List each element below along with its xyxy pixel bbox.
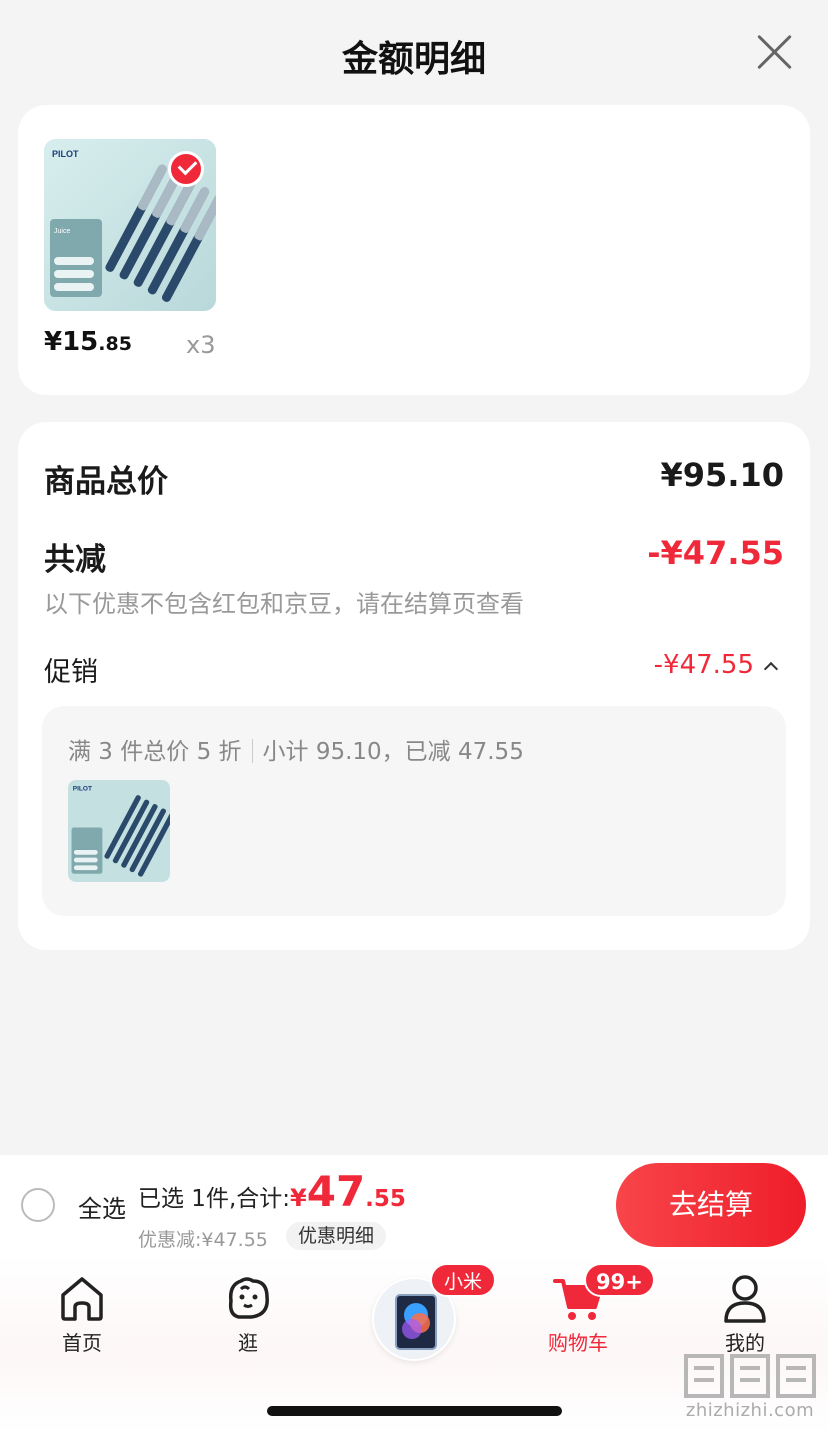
browse-face-icon bbox=[228, 1277, 269, 1319]
total-value: ¥95.10 bbox=[660, 456, 784, 494]
user-icon bbox=[724, 1275, 766, 1323]
svg-text:PILOT: PILOT bbox=[73, 786, 92, 793]
watermark: zhizhizhi.com bbox=[676, 1348, 824, 1430]
promo-rule: 满 3 件总价 5 折小计 95.10，已减 47.55 bbox=[68, 739, 524, 765]
svg-text:Juice: Juice bbox=[54, 228, 70, 235]
discount-note: 以下优惠不包含红包和京豆，请在结算页查看 bbox=[44, 590, 524, 618]
saved-amount: 优惠减:¥47.55 bbox=[138, 1229, 268, 1251]
discount-label: 共减 bbox=[44, 542, 106, 578]
tab-home[interactable]: 首页 bbox=[32, 1271, 132, 1356]
selected-summary: 已选 1件,合计:¥47.55 bbox=[138, 1167, 406, 1216]
watermark-logo-icon bbox=[684, 1354, 816, 1398]
discount-detail-button[interactable]: 优惠明细 bbox=[286, 1222, 387, 1250]
promo-value: -¥47.55 bbox=[653, 650, 754, 680]
tab-browse[interactable]: 逛 bbox=[198, 1271, 298, 1356]
header: 金额明细 bbox=[0, 0, 828, 104]
total-label: 商品总价 bbox=[44, 464, 168, 500]
selected-check-icon[interactable] bbox=[168, 151, 204, 187]
tab-home-label: 首页 bbox=[62, 1331, 102, 1355]
promo-tag: 小米 bbox=[430, 1263, 497, 1297]
checkout-button[interactable]: 去结算 bbox=[616, 1163, 806, 1247]
svg-text:PILOT: PILOT bbox=[52, 149, 79, 159]
product-card: PILOT Juice ¥15.85 x3 bbox=[18, 105, 810, 395]
discount-value: -¥47.55 bbox=[647, 534, 784, 572]
tab-browse-label: 逛 bbox=[238, 1331, 258, 1355]
product-quantity: x3 bbox=[186, 331, 216, 359]
select-all-radio[interactable] bbox=[21, 1188, 55, 1222]
home-icon bbox=[61, 1277, 103, 1321]
close-icon[interactable] bbox=[756, 34, 792, 70]
tab-cart-label: 购物车 bbox=[548, 1331, 608, 1355]
tab-cart[interactable]: 99+ 购物车 bbox=[528, 1263, 655, 1356]
select-all-label[interactable]: 全选 bbox=[78, 1189, 126, 1224]
page-title: 金额明细 bbox=[341, 39, 486, 80]
tab-me[interactable]: 我的 bbox=[695, 1271, 795, 1356]
checkout-bar: 全选 已选 1件,合计:¥47.55 优惠减:¥47.55 优惠明细 去结算 bbox=[0, 1155, 828, 1255]
tab-promo[interactable]: 小米 bbox=[372, 1263, 497, 1361]
home-indicator bbox=[267, 1406, 562, 1416]
product-price: ¥15.85 bbox=[44, 327, 132, 357]
promo-label: 促销 bbox=[44, 657, 98, 688]
watermark-text: zhizhizhi.com bbox=[685, 1400, 815, 1421]
price-summary-card: 商品总价 ¥95.10 共减 -¥47.55 以下优惠不包含红包和京豆，请在结算… bbox=[18, 422, 810, 950]
promo-detail-box: 满 3 件总价 5 折小计 95.10，已减 47.55 PILOT bbox=[42, 706, 786, 916]
promo-product-image[interactable]: PILOT bbox=[68, 780, 170, 882]
cart-count-badge: 99+ bbox=[584, 1263, 655, 1297]
chevron-up-icon[interactable] bbox=[763, 661, 779, 677]
